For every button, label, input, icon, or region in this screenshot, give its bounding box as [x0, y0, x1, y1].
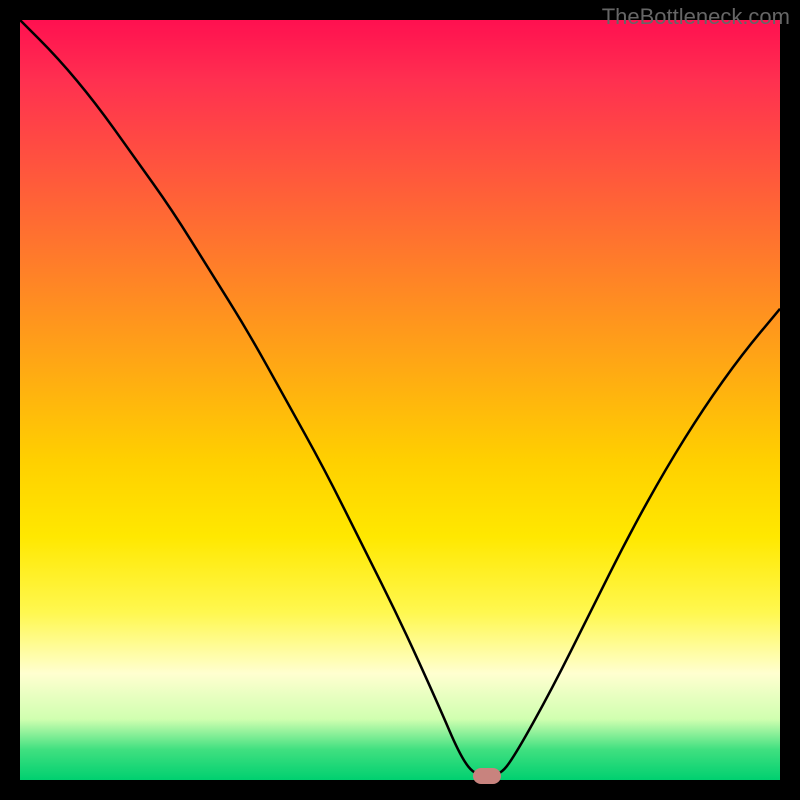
bottleneck-marker: [473, 768, 501, 784]
curve-line: [20, 20, 780, 776]
bottleneck-curve-svg: [20, 20, 780, 780]
watermark-text: TheBottleneck.com: [602, 4, 790, 30]
chart-plot-area: [20, 20, 780, 780]
